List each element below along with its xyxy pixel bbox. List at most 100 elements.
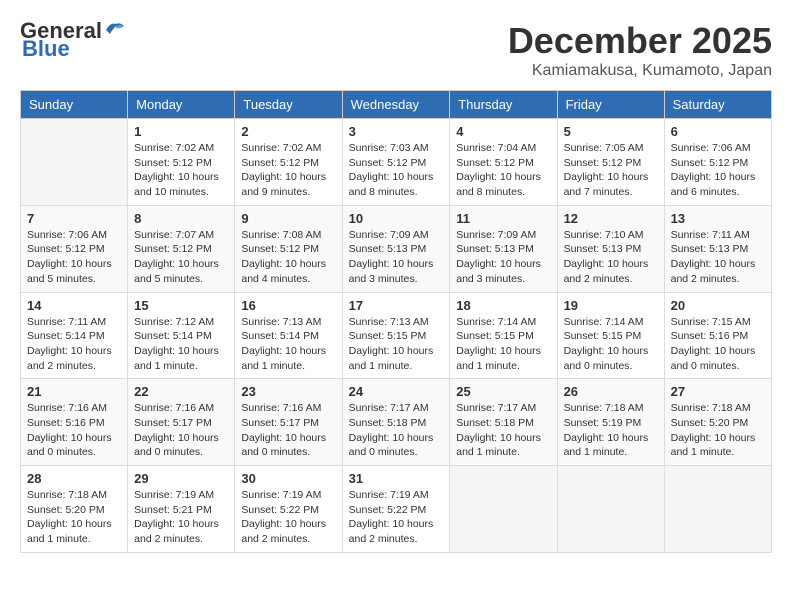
location: Kamiamakusa, Kumamoto, Japan bbox=[508, 62, 772, 80]
weekday-header-tuesday: Tuesday bbox=[235, 91, 342, 119]
day-number: 2 bbox=[241, 124, 335, 139]
day-info: Sunrise: 7:16 AM Sunset: 5:16 PM Dayligh… bbox=[27, 401, 121, 460]
weekday-header-row: SundayMondayTuesdayWednesdayThursdayFrid… bbox=[21, 91, 772, 119]
calendar-cell: 6 Sunrise: 7:06 AM Sunset: 5:12 PM Daylig… bbox=[664, 119, 771, 206]
week-row-4: 28 Sunrise: 7:18 AM Sunset: 5:20 PM Dayli… bbox=[21, 466, 772, 553]
week-row-0: 1 Sunrise: 7:02 AM Sunset: 5:12 PM Daylig… bbox=[21, 119, 772, 206]
weekday-header-wednesday: Wednesday bbox=[342, 91, 450, 119]
day-info: Sunrise: 7:18 AM Sunset: 5:20 PM Dayligh… bbox=[671, 401, 765, 460]
day-info: Sunrise: 7:06 AM Sunset: 5:12 PM Dayligh… bbox=[27, 228, 121, 287]
day-info: Sunrise: 7:10 AM Sunset: 5:13 PM Dayligh… bbox=[564, 228, 658, 287]
day-info: Sunrise: 7:14 AM Sunset: 5:15 PM Dayligh… bbox=[564, 315, 658, 374]
calendar-cell: 27 Sunrise: 7:18 AM Sunset: 5:20 PM Dayli… bbox=[664, 379, 771, 466]
day-number: 8 bbox=[134, 211, 228, 226]
day-number: 16 bbox=[241, 298, 335, 313]
day-info: Sunrise: 7:18 AM Sunset: 5:19 PM Dayligh… bbox=[564, 401, 658, 460]
calendar-table: SundayMondayTuesdayWednesdayThursdayFrid… bbox=[20, 90, 772, 553]
calendar-cell: 22 Sunrise: 7:16 AM Sunset: 5:17 PM Dayli… bbox=[128, 379, 235, 466]
weekday-header-sunday: Sunday bbox=[21, 91, 128, 119]
week-row-2: 14Sunrise: 7:11 AM Sunset: 5:14 PM Dayli… bbox=[21, 292, 772, 379]
day-number: 13 bbox=[671, 211, 765, 226]
day-number: 6 bbox=[671, 124, 765, 139]
day-number: 11 bbox=[456, 211, 550, 226]
month-title: December 2025 bbox=[508, 20, 772, 62]
calendar-cell: 8 Sunrise: 7:07 AM Sunset: 5:12 PM Daylig… bbox=[128, 205, 235, 292]
calendar-cell bbox=[557, 466, 664, 553]
day-number: 26 bbox=[564, 384, 658, 399]
calendar-cell: 7 Sunrise: 7:06 AM Sunset: 5:12 PM Daylig… bbox=[21, 205, 128, 292]
logo-blue-text: Blue bbox=[22, 36, 70, 61]
calendar-cell: 13 Sunrise: 7:11 AM Sunset: 5:13 PM Dayli… bbox=[664, 205, 771, 292]
day-info: Sunrise: 7:19 AM Sunset: 5:21 PM Dayligh… bbox=[134, 488, 228, 547]
day-number: 7 bbox=[27, 211, 121, 226]
day-info: Sunrise: 7:16 AM Sunset: 5:17 PM Dayligh… bbox=[241, 401, 335, 460]
day-number: 9 bbox=[241, 211, 335, 226]
calendar-cell: 30Sunrise: 7:19 AM Sunset: 5:22 PM Dayli… bbox=[235, 466, 342, 553]
title-block: December 2025 Kamiamakusa, Kumamoto, Jap… bbox=[508, 20, 772, 80]
calendar-cell: 29 Sunrise: 7:19 AM Sunset: 5:21 PM Dayli… bbox=[128, 466, 235, 553]
calendar-cell: 31 Sunrise: 7:19 AM Sunset: 5:22 PM Dayli… bbox=[342, 466, 450, 553]
calendar-cell: 25 Sunrise: 7:17 AM Sunset: 5:18 PM Dayli… bbox=[450, 379, 557, 466]
calendar-cell: 26 Sunrise: 7:18 AM Sunset: 5:19 PM Dayli… bbox=[557, 379, 664, 466]
day-number: 24 bbox=[349, 384, 444, 399]
calendar-cell: 21Sunrise: 7:16 AM Sunset: 5:16 PM Dayli… bbox=[21, 379, 128, 466]
day-number: 18 bbox=[456, 298, 550, 313]
calendar-cell: 14Sunrise: 7:11 AM Sunset: 5:14 PM Dayli… bbox=[21, 292, 128, 379]
day-info: Sunrise: 7:06 AM Sunset: 5:12 PM Dayligh… bbox=[671, 141, 765, 200]
day-number: 10 bbox=[349, 211, 444, 226]
calendar-cell bbox=[21, 119, 128, 206]
day-number: 1 bbox=[134, 124, 228, 139]
day-number: 27 bbox=[671, 384, 765, 399]
day-number: 22 bbox=[134, 384, 228, 399]
day-number: 31 bbox=[349, 471, 444, 486]
day-info: Sunrise: 7:09 AM Sunset: 5:13 PM Dayligh… bbox=[456, 228, 550, 287]
calendar-cell: 4Sunrise: 7:04 AM Sunset: 5:12 PM Daylig… bbox=[450, 119, 557, 206]
calendar-cell: 11 Sunrise: 7:09 AM Sunset: 5:13 PM Dayli… bbox=[450, 205, 557, 292]
day-number: 5 bbox=[564, 124, 658, 139]
day-info: Sunrise: 7:13 AM Sunset: 5:15 PM Dayligh… bbox=[349, 315, 444, 374]
day-number: 29 bbox=[134, 471, 228, 486]
day-info: Sunrise: 7:12 AM Sunset: 5:14 PM Dayligh… bbox=[134, 315, 228, 374]
day-number: 20 bbox=[671, 298, 765, 313]
logo: General Blue bbox=[20, 20, 126, 61]
day-info: Sunrise: 7:09 AM Sunset: 5:13 PM Dayligh… bbox=[349, 228, 444, 287]
day-number: 3 bbox=[349, 124, 444, 139]
calendar-cell bbox=[450, 466, 557, 553]
weekday-header-thursday: Thursday bbox=[450, 91, 557, 119]
weekday-header-friday: Friday bbox=[557, 91, 664, 119]
day-number: 19 bbox=[564, 298, 658, 313]
day-info: Sunrise: 7:08 AM Sunset: 5:12 PM Dayligh… bbox=[241, 228, 335, 287]
day-info: Sunrise: 7:05 AM Sunset: 5:12 PM Dayligh… bbox=[564, 141, 658, 200]
day-info: Sunrise: 7:02 AM Sunset: 5:12 PM Dayligh… bbox=[241, 141, 335, 200]
day-number: 25 bbox=[456, 384, 550, 399]
calendar-cell: 23 Sunrise: 7:16 AM Sunset: 5:17 PM Dayli… bbox=[235, 379, 342, 466]
day-info: Sunrise: 7:16 AM Sunset: 5:17 PM Dayligh… bbox=[134, 401, 228, 460]
day-number: 28 bbox=[27, 471, 121, 486]
day-number: 17 bbox=[349, 298, 444, 313]
calendar-cell: 28 Sunrise: 7:18 AM Sunset: 5:20 PM Dayli… bbox=[21, 466, 128, 553]
calendar-cell bbox=[664, 466, 771, 553]
day-number: 14 bbox=[27, 298, 121, 313]
day-info: Sunrise: 7:19 AM Sunset: 5:22 PM Dayligh… bbox=[241, 488, 335, 547]
day-info: Sunrise: 7:17 AM Sunset: 5:18 PM Dayligh… bbox=[349, 401, 444, 460]
calendar-cell: 19 Sunrise: 7:14 AM Sunset: 5:15 PM Dayli… bbox=[557, 292, 664, 379]
day-info: Sunrise: 7:07 AM Sunset: 5:12 PM Dayligh… bbox=[134, 228, 228, 287]
day-info: Sunrise: 7:02 AM Sunset: 5:12 PM Dayligh… bbox=[134, 141, 228, 200]
day-number: 4 bbox=[456, 124, 550, 139]
calendar-cell: 20Sunrise: 7:15 AM Sunset: 5:16 PM Dayli… bbox=[664, 292, 771, 379]
day-info: Sunrise: 7:03 AM Sunset: 5:12 PM Dayligh… bbox=[349, 141, 444, 200]
weekday-header-monday: Monday bbox=[128, 91, 235, 119]
day-info: Sunrise: 7:11 AM Sunset: 5:13 PM Dayligh… bbox=[671, 228, 765, 287]
calendar-cell: 9 Sunrise: 7:08 AM Sunset: 5:12 PM Daylig… bbox=[235, 205, 342, 292]
day-number: 12 bbox=[564, 211, 658, 226]
day-info: Sunrise: 7:14 AM Sunset: 5:15 PM Dayligh… bbox=[456, 315, 550, 374]
day-info: Sunrise: 7:18 AM Sunset: 5:20 PM Dayligh… bbox=[27, 488, 121, 547]
calendar-cell: 18 Sunrise: 7:14 AM Sunset: 5:15 PM Dayli… bbox=[450, 292, 557, 379]
day-info: Sunrise: 7:19 AM Sunset: 5:22 PM Dayligh… bbox=[349, 488, 444, 547]
day-info: Sunrise: 7:17 AM Sunset: 5:18 PM Dayligh… bbox=[456, 401, 550, 460]
page-header: General Blue December 2025 Kamiamakusa, … bbox=[20, 20, 772, 80]
calendar-cell: 15Sunrise: 7:12 AM Sunset: 5:14 PM Dayli… bbox=[128, 292, 235, 379]
day-number: 23 bbox=[241, 384, 335, 399]
calendar-cell: 5 Sunrise: 7:05 AM Sunset: 5:12 PM Daylig… bbox=[557, 119, 664, 206]
calendar-cell: 17 Sunrise: 7:13 AM Sunset: 5:15 PM Dayli… bbox=[342, 292, 450, 379]
